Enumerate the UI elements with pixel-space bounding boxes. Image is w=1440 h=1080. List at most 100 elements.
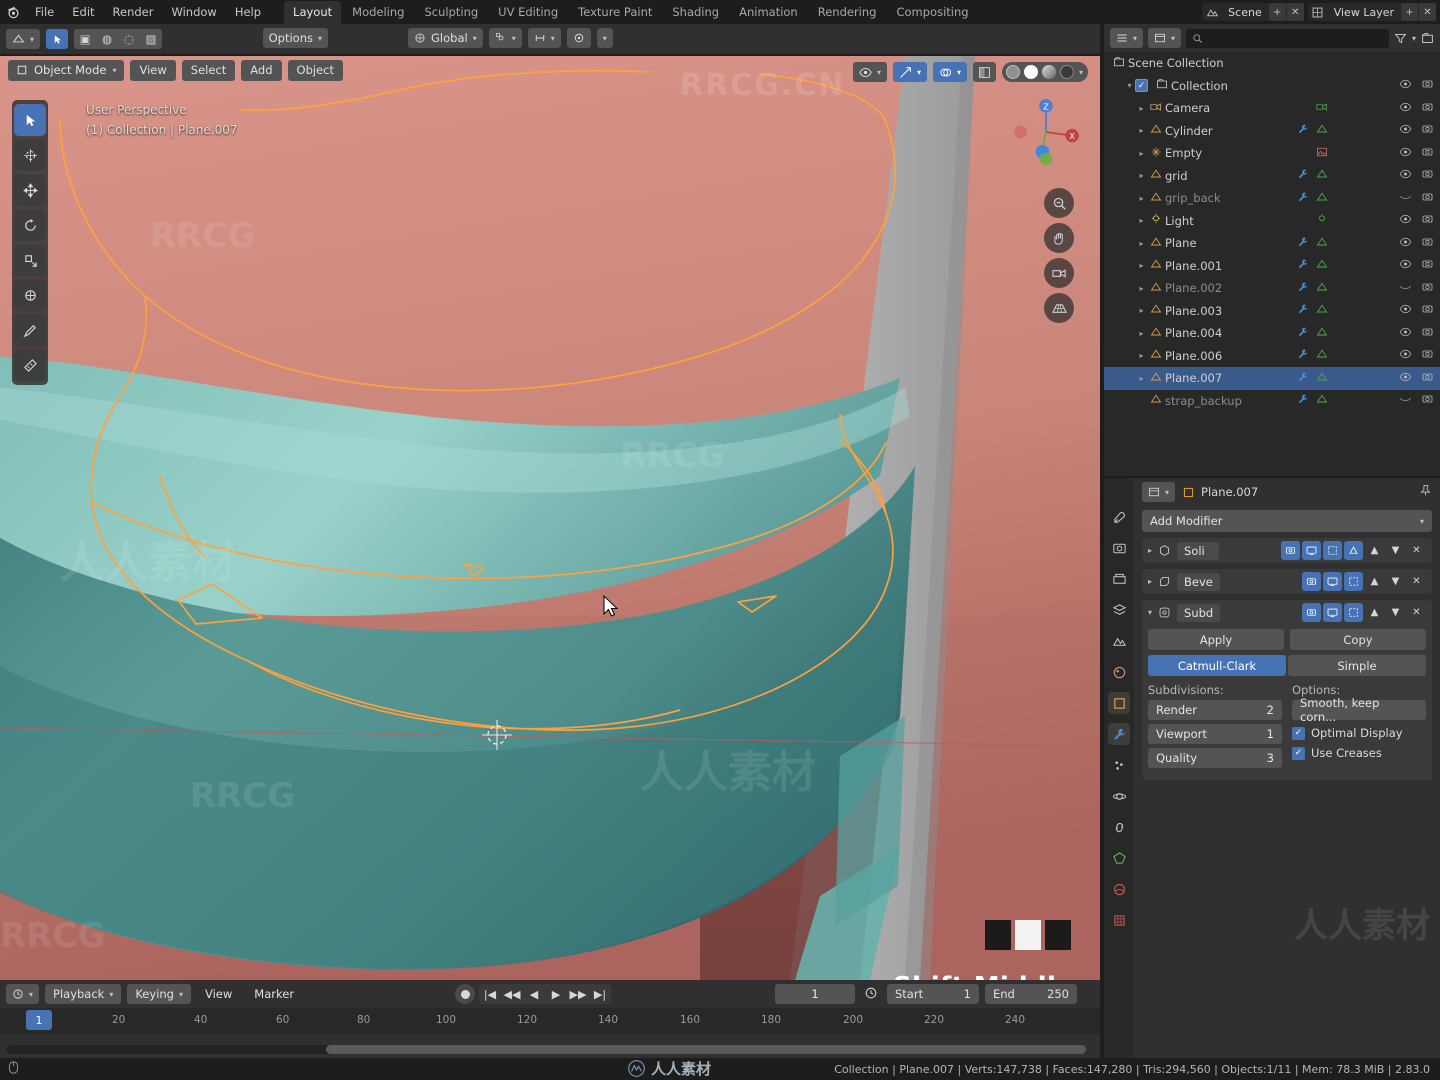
texture-properties-tab[interactable] <box>1108 909 1130 931</box>
outliner-row[interactable]: ▸Plane.003 <box>1104 300 1440 323</box>
playhead[interactable]: 1 <box>26 1010 52 1030</box>
outliner-row[interactable]: ▸Camera <box>1104 97 1440 120</box>
menu-file[interactable]: File <box>26 2 63 22</box>
mesh-data-icon[interactable] <box>1316 236 1328 251</box>
timeline-view-menu[interactable]: View <box>197 984 240 1004</box>
scene-properties-tab[interactable] <box>1108 630 1130 652</box>
camera-view-button[interactable] <box>1044 258 1074 288</box>
outliner-row[interactable]: ▸Plane.007 <box>1104 367 1440 390</box>
use-creases-checkbox[interactable]: ✓ Use Creases <box>1292 746 1426 760</box>
simple-button[interactable]: Simple <box>1288 655 1426 676</box>
options-dropdown[interactable]: Options▾ <box>263 28 328 48</box>
outliner-row[interactable]: ▸Plane.006 <box>1104 345 1440 368</box>
disclosure-triangle[interactable]: ▸ <box>1136 374 1147 383</box>
image-data-icon[interactable] <box>1316 146 1328 161</box>
mesh-data-icon[interactable] <box>1316 123 1328 138</box>
mesh-data-icon[interactable] <box>1316 393 1328 408</box>
physics-properties-tab[interactable] <box>1108 785 1130 807</box>
hide-in-viewport-icon[interactable] <box>1399 213 1412 228</box>
proportional-editing-toggle[interactable] <box>567 28 591 48</box>
outliner-row[interactable]: ▸Plane <box>1104 232 1440 255</box>
annotate-tool[interactable] <box>14 314 46 346</box>
rotate-tool[interactable] <box>14 209 46 241</box>
move-up-button[interactable]: ▲ <box>1365 572 1384 591</box>
record-button[interactable] <box>455 984 475 1004</box>
hide-in-viewport-icon[interactable] <box>1399 123 1412 138</box>
uv-smooth-selector[interactable]: Smooth, keep corn... <box>1292 700 1426 720</box>
modifier-name[interactable]: Beve <box>1177 573 1220 591</box>
new-scene-button[interactable]: + <box>1269 3 1286 21</box>
hide-in-viewport-icon[interactable] <box>1399 326 1412 341</box>
tab-compositing[interactable]: Compositing <box>887 1 977 24</box>
wrench-icon[interactable] <box>1297 303 1309 318</box>
next-keyframe-button[interactable]: ▶▶ <box>567 988 589 1001</box>
disable-in-render-icon[interactable] <box>1421 236 1434 251</box>
outliner-row[interactable]: ▸grip_back <box>1104 187 1440 210</box>
material-properties-tab[interactable] <box>1108 878 1130 900</box>
hide-in-viewport-icon[interactable] <box>1399 303 1412 318</box>
disable-in-render-icon[interactable] <box>1421 393 1434 408</box>
catmull-clark-button[interactable]: Catmull-Clark <box>1148 655 1286 676</box>
viewport-visibility-toggle[interactable] <box>1323 572 1342 591</box>
hide-in-viewport-icon[interactable] <box>1399 78 1412 93</box>
wrench-icon[interactable] <box>1297 191 1309 206</box>
tab-texture-paint[interactable]: Texture Paint <box>569 1 661 24</box>
render-visibility-toggle[interactable] <box>1302 572 1321 591</box>
properties-editor-type[interactable]: ▾ <box>1142 482 1175 502</box>
outliner-search-input[interactable] <box>1186 29 1389 48</box>
collection-checkbox[interactable]: ✓ <box>1135 79 1148 92</box>
disable-in-render-icon[interactable] <box>1421 191 1434 206</box>
modifier-header[interactable]: ▸ Beve ▲ ▼ <box>1142 569 1432 594</box>
viewport-visibility-toggle[interactable] <box>1323 603 1342 622</box>
tab-modeling[interactable]: Modeling <box>343 1 413 24</box>
disable-in-render-icon[interactable] <box>1421 303 1434 318</box>
hidden-in-viewport-icon[interactable] <box>1399 281 1412 296</box>
outliner-row[interactable]: ▸Light <box>1104 210 1440 233</box>
disclosure-triangle[interactable]: ▸ <box>1136 329 1147 338</box>
disclosure-triangle[interactable]: ▸ <box>1136 194 1147 203</box>
hide-in-viewport-icon[interactable] <box>1399 258 1412 273</box>
zoom-gizmo-button[interactable] <box>1044 188 1074 218</box>
hidden-in-viewport-icon[interactable] <box>1399 393 1412 408</box>
checkbox-box[interactable]: ✓ <box>1292 727 1305 740</box>
outliner-row[interactable]: ▸Plane.002 <box>1104 277 1440 300</box>
remove-view-layer-button[interactable]: ✕ <box>1419 3 1436 21</box>
timeline-ruler[interactable]: 1 20 40 60 80 100 120 140 160 180 200 22… <box>0 1008 1100 1034</box>
tab-shading[interactable]: Shading <box>663 1 728 24</box>
keying-menu[interactable]: Keying▾ <box>127 984 191 1004</box>
output-properties-tab[interactable] <box>1108 568 1130 590</box>
camera-data-icon[interactable] <box>1316 101 1328 116</box>
particles-properties-tab[interactable] <box>1108 754 1130 776</box>
scene-selector[interactable]: Scene + ✕ <box>1202 3 1304 21</box>
modifier-name[interactable]: Subd <box>1177 604 1220 622</box>
disclosure-triangle[interactable]: ▸ <box>1136 149 1147 158</box>
menu-view[interactable]: View <box>130 60 175 81</box>
current-frame-field[interactable]: 1 <box>775 984 855 1004</box>
disclosure-triangle[interactable]: ▸ <box>1136 284 1147 293</box>
mesh-data-icon[interactable] <box>1316 191 1328 206</box>
collapse-triangle-icon[interactable]: ▾ <box>1148 608 1152 617</box>
disable-in-render-icon[interactable] <box>1421 168 1434 183</box>
expand-triangle-icon[interactable]: ▸ <box>1148 546 1152 555</box>
optimal-display-checkbox[interactable]: ✓ Optimal Display <box>1292 726 1426 740</box>
unlink-scene-button[interactable]: ✕ <box>1287 3 1304 21</box>
select-box-tool[interactable] <box>14 104 46 136</box>
expand-triangle-icon[interactable]: ▸ <box>1148 577 1152 586</box>
render-visibility-toggle[interactable] <box>1281 541 1300 560</box>
outliner-filter-button[interactable] <box>1394 28 1407 48</box>
copy-button[interactable]: Copy <box>1290 629 1426 650</box>
disclosure-triangle[interactable]: ▸ <box>1136 171 1147 180</box>
tweak-select-button[interactable] <box>46 29 68 49</box>
hide-in-viewport-icon[interactable] <box>1399 371 1412 386</box>
move-down-button[interactable]: ▼ <box>1386 603 1405 622</box>
wrench-icon[interactable] <box>1297 281 1309 296</box>
constraints-properties-tab[interactable] <box>1108 816 1130 838</box>
mesh-data-icon[interactable] <box>1316 371 1328 386</box>
checkbox-box[interactable]: ✓ <box>1292 747 1305 760</box>
apply-button[interactable]: Apply <box>1148 629 1284 650</box>
pan-gizmo-button[interactable] <box>1044 223 1074 253</box>
object-mode-selector[interactable]: Object Mode ▾ <box>8 60 124 81</box>
timeline-editor-type[interactable]: ▾ <box>6 984 39 1004</box>
disclosure-triangle[interactable]: ▸ <box>1136 126 1147 135</box>
pivot-point-selector[interactable]: ▾ <box>489 28 522 48</box>
